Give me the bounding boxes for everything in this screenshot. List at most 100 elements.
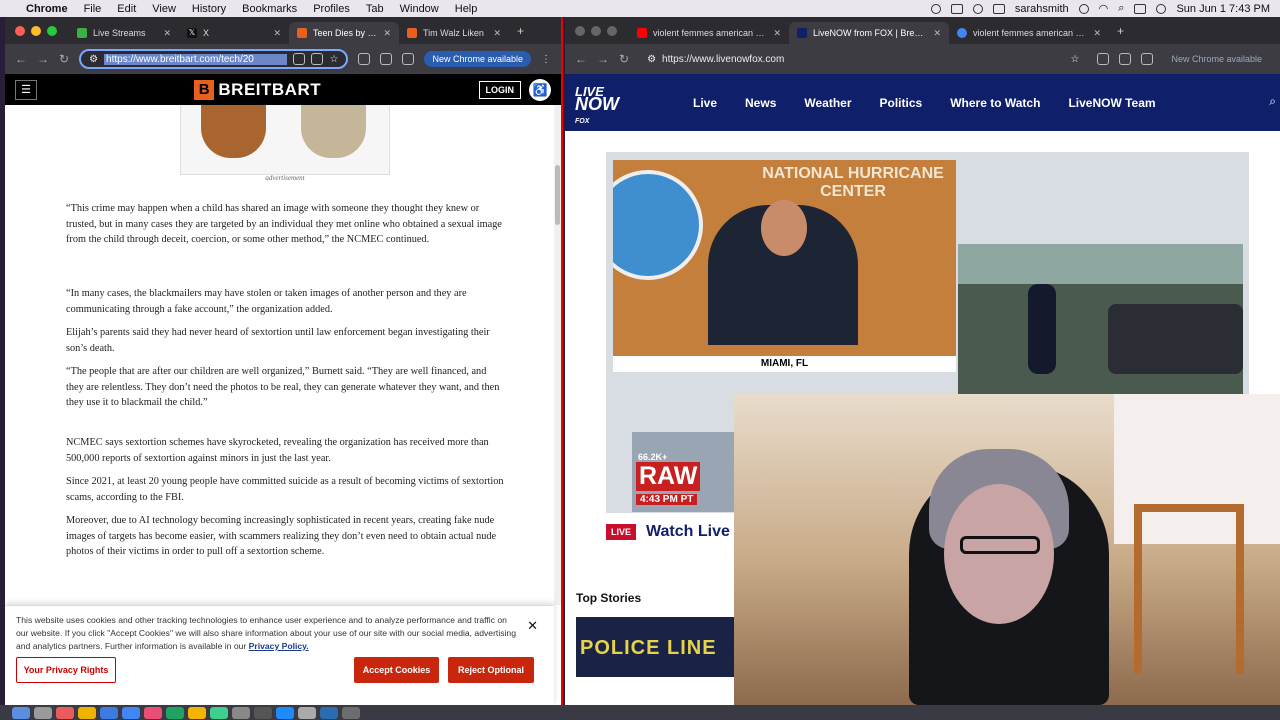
- tab-close-icon[interactable]: ✕: [1093, 28, 1101, 39]
- chrome-icon[interactable]: [122, 706, 140, 719]
- privacy-rights-button[interactable]: Your Privacy Rights: [16, 657, 116, 683]
- minimize-window-button[interactable]: [31, 25, 41, 36]
- accessibility-icon[interactable]: ♿: [529, 78, 551, 101]
- menu-view[interactable]: View: [144, 3, 184, 15]
- address-url[interactable]: https://www.livenowfox.com: [662, 54, 1064, 65]
- close-icon[interactable]: ✕: [527, 618, 538, 634]
- watch-live-heading[interactable]: Watch Live: [646, 523, 730, 541]
- search-icon[interactable]: ⌕: [1269, 94, 1276, 109]
- app-icon[interactable]: [254, 706, 272, 719]
- tab-x[interactable]: 𝕏 X ✕: [179, 22, 289, 44]
- back-icon[interactable]: ←: [15, 52, 27, 66]
- install-icon[interactable]: [293, 53, 306, 65]
- app-icon[interactable]: [342, 706, 360, 719]
- app-icon[interactable]: [320, 706, 338, 719]
- nav-where-to-watch[interactable]: Where to Watch: [950, 96, 1040, 110]
- menu-history[interactable]: History: [184, 3, 234, 15]
- new-tab-icon[interactable]: +: [509, 24, 532, 38]
- share-icon[interactable]: [311, 53, 324, 65]
- page-scrollbar[interactable]: [554, 105, 561, 605]
- address-bar[interactable]: ⚙ https://www.breitbart.com/tech/20 ☆: [79, 49, 349, 69]
- nav-weather[interactable]: Weather: [804, 96, 851, 110]
- site-info-icon[interactable]: ⚙: [647, 54, 656, 65]
- launchpad-icon[interactable]: [34, 706, 52, 719]
- extensions-icon[interactable]: [1119, 53, 1132, 65]
- tab-close-icon[interactable]: ✕: [163, 28, 171, 39]
- more-menu-icon[interactable]: ⋮: [541, 54, 551, 65]
- notes-icon[interactable]: [78, 706, 96, 719]
- menu-profiles[interactable]: Profiles: [305, 3, 358, 15]
- profile-icon[interactable]: [402, 53, 415, 65]
- menu-edit[interactable]: Edit: [109, 3, 144, 15]
- zoom-window-button[interactable]: [47, 25, 57, 36]
- accept-cookies-button[interactable]: Accept Cookies: [354, 657, 439, 683]
- extensions-icon[interactable]: [380, 53, 393, 65]
- tab-close-icon[interactable]: ✕: [773, 28, 781, 39]
- search-icon[interactable]: ⌕: [1118, 2, 1124, 15]
- address-bar[interactable]: ⚙ https://www.livenowfox.com ☆: [639, 49, 1087, 69]
- battery-icon[interactable]: [992, 3, 1005, 14]
- tab-close-icon[interactable]: ✕: [383, 28, 391, 39]
- reject-optional-button[interactable]: Reject Optional: [448, 657, 534, 683]
- tab-livenow[interactable]: LiveNOW from FOX | Breaking ✕: [789, 22, 949, 44]
- nav-live[interactable]: Live: [693, 96, 717, 110]
- tab-youtube[interactable]: violent femmes american mu ✕: [629, 22, 789, 44]
- top-story-thumbnail[interactable]: POLICE LINE: [576, 617, 736, 677]
- photos-icon[interactable]: [144, 706, 162, 719]
- nav-politics[interactable]: Politics: [880, 96, 923, 110]
- bookmark-star-icon[interactable]: ☆: [1070, 54, 1079, 65]
- back-icon[interactable]: ←: [575, 52, 587, 66]
- address-url[interactable]: https://www.breitbart.com/tech/20: [104, 53, 288, 65]
- close-window-button[interactable]: [575, 25, 585, 36]
- advertisement-image[interactable]: [180, 105, 390, 175]
- control-center-icon[interactable]: [1134, 3, 1147, 14]
- drive-icon[interactable]: [166, 706, 184, 719]
- new-chrome-available-button[interactable]: New Chrome available: [424, 51, 531, 67]
- reload-icon[interactable]: ↻: [619, 52, 629, 66]
- nav-news[interactable]: News: [745, 96, 776, 110]
- menu-file[interactable]: File: [76, 3, 110, 15]
- site-info-icon[interactable]: ⚙: [89, 54, 98, 65]
- tab-search-icon[interactable]: [358, 53, 371, 65]
- menu-app-name[interactable]: Chrome: [18, 3, 76, 15]
- watch-live-row[interactable]: LIVE Watch Live: [606, 523, 730, 541]
- record-icon[interactable]: [930, 3, 941, 14]
- settings-icon[interactable]: [298, 706, 316, 719]
- calendar-icon[interactable]: [56, 706, 74, 719]
- menu-tab[interactable]: Tab: [358, 3, 392, 15]
- forward-icon[interactable]: →: [597, 52, 609, 66]
- menu-help[interactable]: Help: [447, 3, 486, 15]
- clock-text[interactable]: Sun Jun 1 7:43 PM: [1176, 3, 1270, 15]
- profile-icon[interactable]: [1141, 53, 1154, 65]
- app-icon[interactable]: [188, 706, 206, 719]
- mail-icon[interactable]: [100, 706, 118, 719]
- close-window-button[interactable]: [15, 25, 25, 36]
- app-store-icon[interactable]: [276, 706, 294, 719]
- menu-window[interactable]: Window: [392, 3, 447, 15]
- zoom-window-button[interactable]: [607, 25, 617, 36]
- user-name[interactable]: sarahsmith: [1015, 3, 1069, 15]
- tab-close-icon[interactable]: ✕: [933, 28, 941, 39]
- minimize-window-button[interactable]: [591, 25, 601, 36]
- reload-icon[interactable]: ↻: [59, 52, 69, 66]
- tab-close-icon[interactable]: ✕: [493, 28, 501, 39]
- tab-search-icon[interactable]: [1097, 53, 1110, 65]
- livenow-logo[interactable]: LIVE NOW FOX: [575, 85, 629, 125]
- new-tab-icon[interactable]: +: [1109, 24, 1132, 38]
- new-chrome-available-button[interactable]: New Chrome available: [1163, 51, 1270, 67]
- tab-google-search[interactable]: violent femmes american mu ✕: [949, 22, 1109, 44]
- nav-livenow-team[interactable]: LiveNOW Team: [1068, 96, 1155, 110]
- breitbart-logo[interactable]: B BREITBART: [194, 79, 321, 100]
- scrollbar-thumb[interactable]: [555, 165, 560, 225]
- privacy-policy-link[interactable]: Privacy Policy.: [249, 641, 309, 651]
- play-icon[interactable]: [1078, 3, 1089, 14]
- screen-icon[interactable]: [950, 3, 963, 14]
- clock-icon[interactable]: [972, 3, 983, 14]
- hamburger-menu-icon[interactable]: ☰: [15, 79, 37, 100]
- login-button[interactable]: LOGIN: [478, 80, 521, 99]
- siri-icon[interactable]: [1156, 3, 1167, 14]
- menu-bookmarks[interactable]: Bookmarks: [234, 3, 305, 15]
- bookmark-star-icon[interactable]: ☆: [329, 54, 338, 65]
- tab-tim-walz[interactable]: Tim Walz Liken ✕: [399, 22, 509, 44]
- tab-live-streams[interactable]: Live Streams ✕: [69, 22, 179, 44]
